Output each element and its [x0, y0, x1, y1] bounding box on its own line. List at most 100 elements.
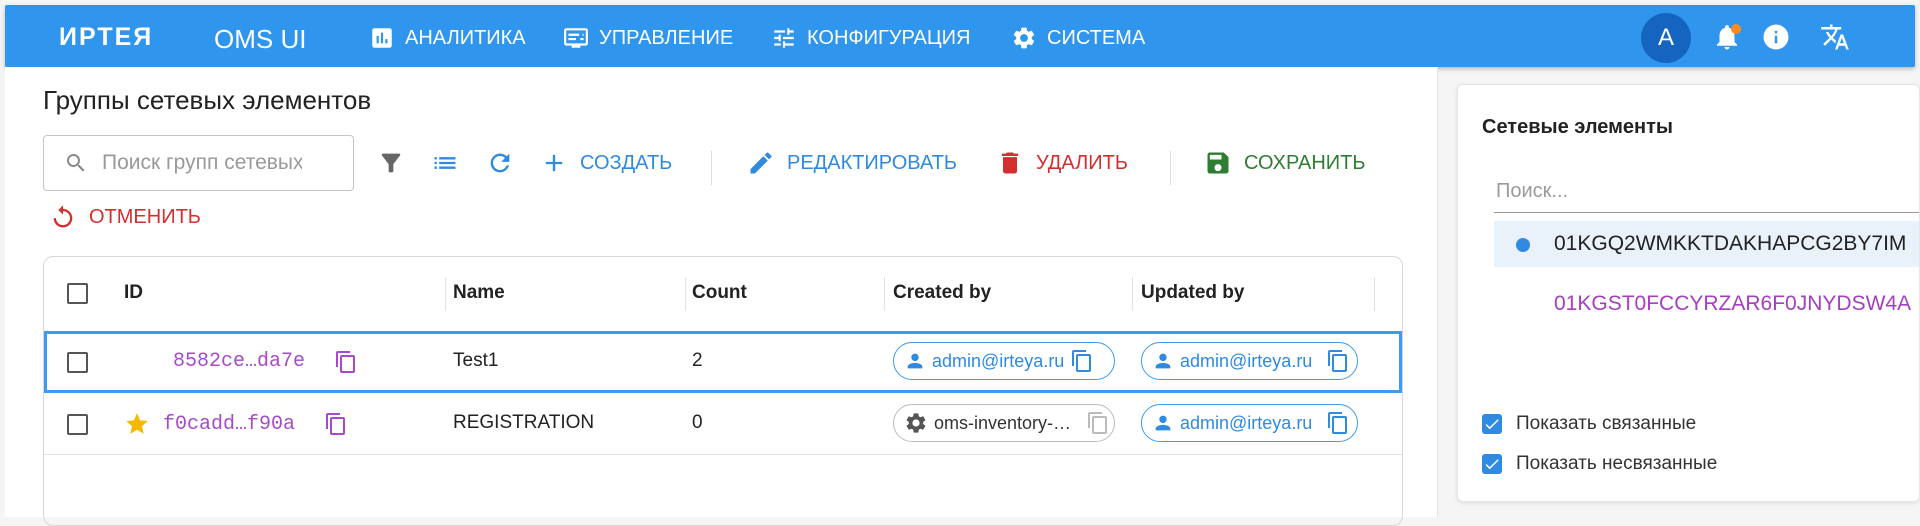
updated-by-chip[interactable]: admin@irteya.ru	[1141, 404, 1358, 442]
network-element-item[interactable]: 01KGST0FCCYRZAR6F0JNYDSW4A	[1494, 281, 1919, 327]
save-icon	[1207, 152, 1229, 174]
copy-icon[interactable]	[1086, 411, 1110, 435]
search-icon	[67, 154, 85, 172]
undo-icon	[53, 205, 73, 228]
check-icon	[1485, 419, 1499, 430]
edit-button[interactable]: РЕДАКТИРОВАТЬ	[747, 149, 957, 177]
side-title: Сетевые элементы	[1482, 116, 1673, 138]
row-id: f0cadd…f90a	[163, 413, 296, 436]
col-count[interactable]: Count	[692, 282, 747, 304]
create-button[interactable]: СОЗДАТЬ	[540, 149, 672, 177]
network-element-label: 01KGQ2WMKKTDAKHAPCG2BY7IM	[1554, 232, 1907, 255]
row-id: 8582ce…da7e	[173, 350, 306, 373]
show-linked-label: Показать связанные	[1516, 413, 1697, 434]
user-icon	[907, 353, 923, 369]
group-search[interactable]	[43, 135, 354, 191]
refresh-icon	[490, 153, 510, 173]
show-unlinked-checkbox[interactable]: Показать несвязанные	[1482, 453, 1717, 475]
copy-icon[interactable]	[334, 350, 358, 374]
element-search[interactable]	[1494, 173, 1919, 213]
show-unlinked-label: Показать несвязанные	[1516, 453, 1718, 474]
checkbox-checked[interactable]	[1482, 454, 1502, 474]
columns-button[interactable]	[431, 149, 459, 177]
avatar[interactable]: A	[1641, 13, 1691, 63]
row-count: 2	[692, 350, 703, 371]
save-button[interactable]: СОХРАНИТЬ	[1204, 149, 1366, 177]
management-icon	[564, 28, 588, 48]
info-icon[interactable]	[1761, 22, 1791, 52]
brand-logo[interactable]: ИРТЕЯ	[59, 23, 153, 52]
nav-management-label: УПРАВЛЕНИЕ	[599, 26, 734, 49]
main-panel: Группы сетевых элементов СОЗДАТЬ РЕДАКТИ…	[5, 67, 1437, 526]
toolbar-divider	[711, 151, 712, 185]
pencil-icon	[750, 152, 772, 174]
selected-dot	[1516, 238, 1530, 252]
app-bar: ИРТЕЯ OMS UI АНАЛИТИКА УПРАВЛЕНИЕ КОНФИГ…	[5, 5, 1915, 67]
filter-icon	[381, 153, 401, 173]
page-title: Группы сетевых элементов	[43, 85, 372, 115]
created-by-chip[interactable]: admin@irteya.ru	[893, 342, 1115, 380]
delete-button[interactable]: УДАЛИТЬ	[996, 149, 1128, 177]
copy-icon[interactable]	[1326, 349, 1350, 373]
updated-by-text: admin@irteya.ru	[1180, 412, 1313, 433]
row-checkbox[interactable]	[67, 414, 88, 435]
column-divider	[685, 277, 686, 311]
chart-icon	[372, 28, 392, 48]
notification-dot	[1731, 24, 1741, 34]
table-row[interactable]: f0cadd…f90a REGISTRATION 0 oms-inventory…	[44, 393, 1402, 455]
filter-button[interactable]	[377, 149, 405, 177]
star-icon[interactable]	[124, 411, 150, 437]
trash-icon	[1001, 152, 1019, 174]
row-name: REGISTRATION	[453, 412, 595, 433]
select-all-checkbox[interactable]	[67, 283, 88, 304]
row-name: Test1	[453, 350, 499, 371]
checkbox-checked[interactable]	[1482, 414, 1502, 434]
copy-icon[interactable]	[1326, 411, 1350, 435]
updated-by-chip[interactable]: admin@irteya.ru	[1141, 342, 1358, 380]
column-divider	[1132, 277, 1133, 311]
nav-management[interactable]: УПРАВЛЕНИЕ	[563, 25, 733, 51]
updated-by-text: admin@irteya.ru	[1180, 350, 1313, 371]
col-created-by[interactable]: Created by	[893, 282, 991, 304]
nav-system[interactable]: СИСТЕМА	[1011, 25, 1145, 51]
delete-label: УДАЛИТЬ	[1036, 151, 1128, 174]
user-icon	[1155, 353, 1171, 369]
panel-divider	[1437, 67, 1438, 517]
toolbar-divider	[1170, 151, 1171, 185]
element-search-input[interactable]	[1494, 173, 1919, 209]
cancel-label: ОТМЕНИТЬ	[89, 205, 201, 228]
col-updated-by[interactable]: Updated by	[1141, 282, 1244, 304]
column-divider	[1374, 277, 1375, 311]
network-elements-panel: Сетевые элементы 01KGQ2WMKKTDAKHAPCG2BY7…	[1457, 84, 1920, 502]
nav-analytics-label: АНАЛИТИКА	[405, 26, 526, 49]
nav-system-label: СИСТЕМА	[1047, 26, 1146, 49]
col-name[interactable]: Name	[453, 282, 505, 304]
cancel-button[interactable]: ОТМЕНИТЬ	[49, 203, 201, 231]
translate-icon[interactable]	[1820, 22, 1850, 52]
show-linked-checkbox[interactable]: Показать связанные	[1482, 413, 1696, 435]
network-element-label: 01KGST0FCCYRZAR6F0JNYDSW4A	[1554, 292, 1912, 315]
plus-icon	[545, 154, 563, 172]
copy-icon[interactable]	[1070, 349, 1094, 373]
created-by-text: oms-inventory-service	[934, 412, 1080, 433]
network-element-item[interactable]: 01KGQ2WMKKTDAKHAPCG2BY7IM	[1494, 221, 1919, 267]
gear-icon	[906, 413, 926, 433]
row-count: 0	[692, 412, 703, 433]
app-title: OMS UI	[214, 24, 307, 54]
created-by-text: admin@irteya.ru	[932, 350, 1065, 371]
create-label: СОЗДАТЬ	[580, 151, 673, 174]
check-icon	[1485, 459, 1499, 470]
copy-icon[interactable]	[324, 412, 348, 436]
table-row[interactable]: 8582ce…da7e Test1 2 admin@irteya.ru admi…	[44, 331, 1402, 393]
group-search-input[interactable]	[102, 151, 302, 175]
nav-analytics[interactable]: АНАЛИТИКА	[369, 25, 526, 51]
gear-icon	[1013, 27, 1035, 49]
created-by-chip[interactable]: oms-inventory-service	[893, 404, 1115, 442]
nav-configuration-label: КОНФИГУРАЦИЯ	[807, 26, 971, 49]
column-divider	[884, 277, 885, 311]
row-checkbox[interactable]	[67, 352, 88, 373]
list-icon	[434, 157, 456, 169]
col-id[interactable]: ID	[124, 282, 143, 304]
nav-configuration[interactable]: КОНФИГУРАЦИЯ	[771, 25, 971, 51]
refresh-button[interactable]	[486, 149, 514, 177]
